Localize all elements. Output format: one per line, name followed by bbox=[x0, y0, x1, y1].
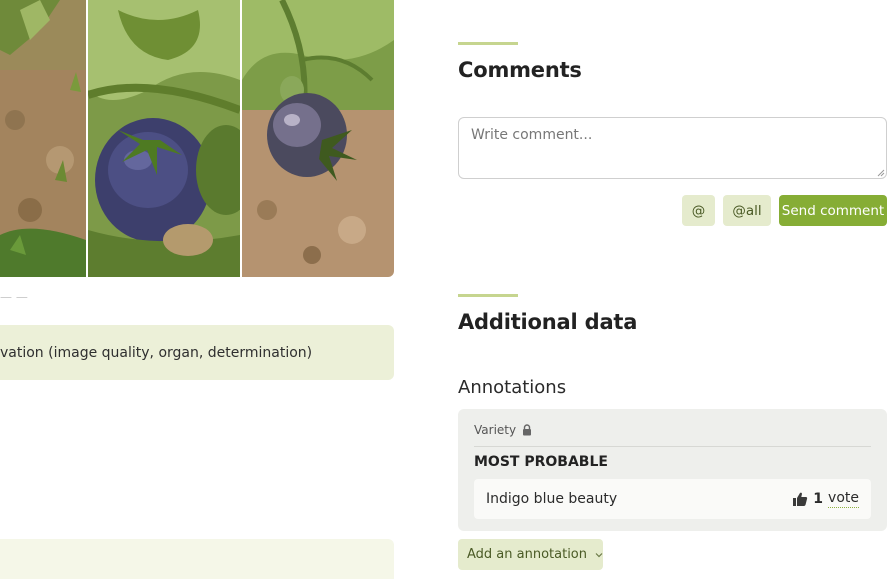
resize-grip-icon[interactable] bbox=[877, 169, 885, 177]
annotation-label: Variety bbox=[474, 423, 532, 437]
divider bbox=[474, 446, 871, 447]
observation-photo-1[interactable] bbox=[0, 0, 86, 277]
mention-button[interactable]: @ bbox=[682, 195, 715, 226]
indigo-tomato-hanging-photo bbox=[242, 0, 394, 277]
additional-data-title: Additional data bbox=[458, 310, 638, 334]
comment-input[interactable] bbox=[458, 117, 887, 179]
annotation-label-text: Variety bbox=[474, 423, 517, 437]
annotations-heading: Annotations bbox=[458, 377, 567, 398]
comments-title: Comments bbox=[458, 58, 582, 82]
lock-icon bbox=[523, 424, 532, 436]
purple-tomato-on-vine-photo bbox=[88, 0, 240, 277]
thumbs-up-icon bbox=[793, 492, 808, 506]
add-annotation-label: Add an annotation bbox=[467, 547, 588, 562]
evaluation-label: vation (image quality, organ, determinat… bbox=[0, 344, 313, 361]
faded-caption: — — bbox=[0, 290, 28, 304]
annotation-value-row: Indigo blue beauty 1 vote bbox=[474, 479, 871, 519]
add-annotation-button[interactable]: Add an annotation bbox=[458, 539, 603, 570]
vote-label: vote bbox=[828, 490, 859, 508]
observation-photo-3[interactable] bbox=[242, 0, 394, 277]
mention-all-button[interactable]: @all bbox=[723, 195, 771, 226]
section-accent-rule bbox=[458, 42, 518, 45]
observation-photo-2[interactable] bbox=[88, 0, 240, 277]
annotation-value: Indigo blue beauty bbox=[486, 491, 618, 507]
most-probable-heading: MOST PROBABLE bbox=[474, 454, 608, 470]
vote-count: 1 bbox=[813, 491, 824, 507]
annotation-card: Variety MOST PROBABLE Indigo blue beauty… bbox=[458, 409, 887, 531]
send-comment-button[interactable]: Send comment bbox=[779, 195, 887, 226]
section-accent-rule bbox=[458, 294, 518, 297]
evaluation-toggle[interactable]: vation (image quality, organ, determinat… bbox=[0, 325, 394, 380]
collapsed-panel[interactable] bbox=[0, 539, 394, 579]
soil-crop-photo bbox=[0, 0, 86, 277]
vote-button[interactable]: 1 vote bbox=[793, 490, 859, 508]
chevron-down-icon bbox=[595, 552, 603, 557]
